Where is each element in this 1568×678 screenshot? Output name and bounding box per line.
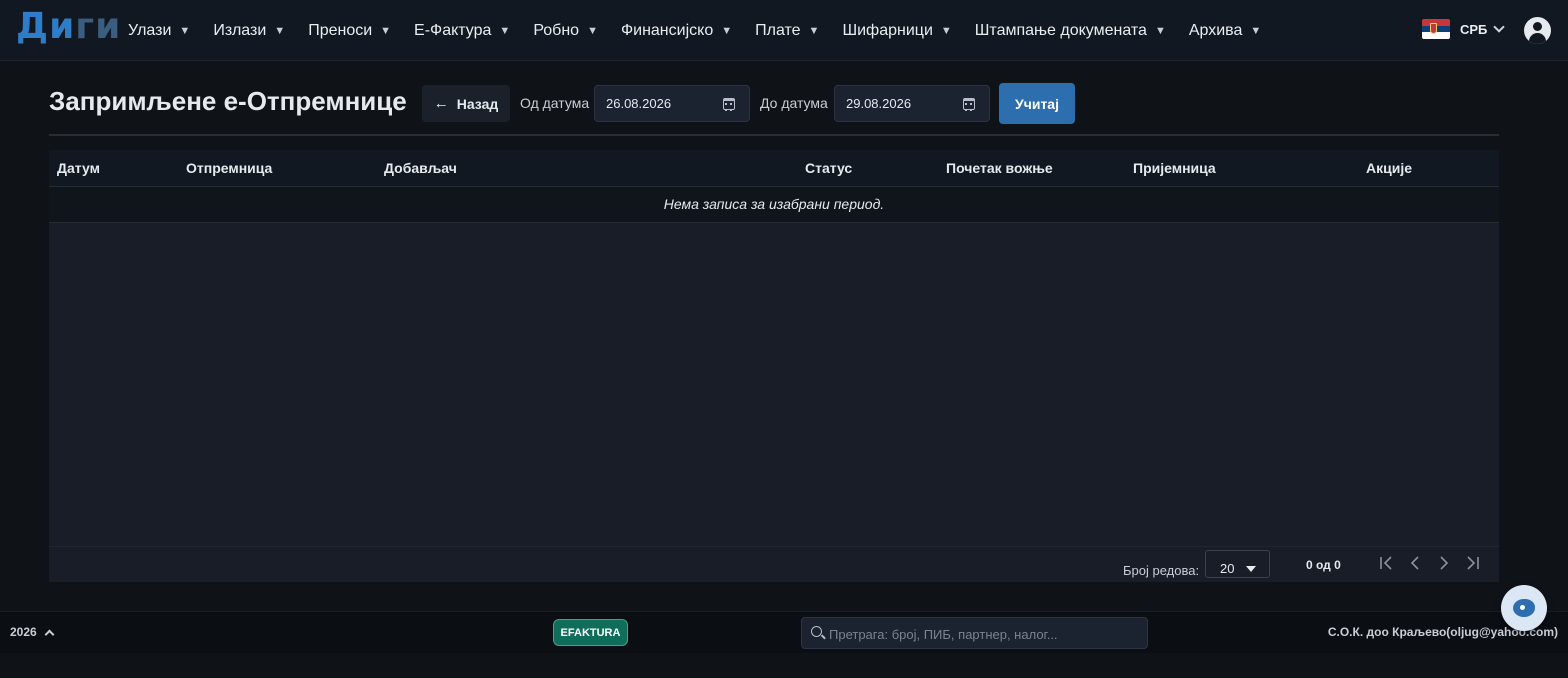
load-button[interactable]: Учитај	[999, 83, 1075, 124]
arrow-left-icon: ←	[433, 95, 449, 112]
menu-item-prenosi[interactable]: Преноси ▼	[308, 22, 391, 40]
efaktura-badge[interactable]: EFAKTURA	[553, 619, 628, 646]
empty-row: Нема записа за изабрани период.	[49, 187, 1499, 223]
menu-item-stampanje[interactable]: Штампање докумената ▼	[975, 22, 1166, 40]
page-count: 0 од 0	[1306, 558, 1341, 572]
column-header-actions: Акције	[1366, 160, 1413, 176]
rows-per-page-label: Број редова:	[1123, 563, 1200, 578]
menu-label: Шифарници	[842, 21, 933, 39]
menu-item-finansijsko[interactable]: Финансијско ▼	[621, 22, 732, 40]
flag-icon	[1422, 19, 1450, 39]
rows-per-page-value: 20	[1220, 561, 1235, 576]
year-value: 2026	[10, 625, 37, 639]
to-date-value: 29.08.2026	[846, 96, 912, 111]
caret-down-icon: ▼	[721, 24, 733, 37]
chat-assistant-button[interactable]	[1501, 585, 1547, 631]
caret-down-icon: ▼	[808, 24, 820, 37]
chevron-down-icon	[1493, 21, 1506, 33]
from-date-input[interactable]: 26.08.2026	[594, 85, 750, 122]
app-logo[interactable]: Диги	[16, 6, 121, 47]
menu-item-plate[interactable]: Плате ▼	[755, 22, 819, 40]
caret-down-icon: ▼	[1154, 24, 1166, 37]
caret-down-icon: ▼	[587, 24, 598, 37]
last-page-icon[interactable]	[1463, 554, 1481, 572]
column-header-supplier[interactable]: Добављач	[384, 160, 457, 176]
calendar-icon[interactable]	[963, 98, 975, 111]
caret-down-icon: ▼	[499, 24, 511, 37]
to-date-label: До датума	[760, 95, 828, 111]
caret-down-icon: ▼	[1250, 24, 1262, 37]
page-title: Запримљене е-Отпремнице	[49, 86, 407, 116]
from-date-value: 26.08.2026	[606, 96, 672, 111]
menu-label: Архива	[1188, 21, 1243, 39]
menu-label: Плате	[755, 21, 801, 39]
from-date-label: Од датума	[520, 95, 590, 111]
first-page-icon[interactable]	[1378, 554, 1396, 572]
chevron-up-icon	[44, 629, 55, 639]
menu-item-ulazi[interactable]: Улази ▼	[128, 22, 190, 40]
menu-label: Е-Фактура	[414, 21, 492, 39]
logo-part-2: ги	[75, 6, 122, 47]
menu-label: Улази	[128, 21, 172, 39]
top-navbar: Диги Улази ▼ Излази ▼ Преноси ▼ Е-Фактура ▼ …	[0, 0, 1568, 61]
menu-label: Штампање докумената	[974, 21, 1147, 39]
previous-page-icon[interactable]	[1406, 554, 1424, 572]
menu-label: Излази	[213, 21, 267, 39]
paginator: Број редова: 20 0 од 0	[49, 546, 1499, 582]
search-input[interactable]	[829, 624, 1139, 644]
caret-down-icon: ▼	[940, 24, 952, 37]
menu-item-efaktura[interactable]: Е-Фактура ▼	[414, 22, 510, 40]
menu-item-izlazi[interactable]: Излази ▼	[213, 22, 285, 40]
column-header-start-of-drive[interactable]: Почетак вожње	[946, 160, 1053, 176]
language-selector[interactable]: СРБ	[1422, 19, 1506, 39]
dispatch-notes-table: Датум Отпремница Добављач Статус Почетак…	[49, 150, 1499, 582]
caret-down-icon: ▼	[380, 24, 392, 37]
table-header: Датум Отпремница Добављач Статус Почетак…	[49, 150, 1499, 187]
back-button-label: Назад	[456, 95, 499, 112]
column-header-status[interactable]: Статус	[805, 160, 852, 176]
search-icon	[811, 626, 822, 637]
global-search[interactable]	[801, 617, 1148, 649]
next-page-icon[interactable]	[1435, 554, 1453, 572]
year-selector[interactable]: 2026	[10, 625, 55, 639]
caret-down-icon	[1246, 566, 1256, 572]
caret-down-icon: ▼	[274, 24, 286, 37]
logo-part-1: Ди	[16, 6, 76, 47]
menu-item-sifarnici[interactable]: Шифарници ▼	[842, 22, 951, 40]
empty-message: Нема записа за изабрани период.	[663, 196, 885, 212]
back-button[interactable]: ← Назад	[422, 85, 510, 122]
menu-item-arhiva[interactable]: Архива ▼	[1189, 22, 1261, 40]
main-menu: Улази ▼ Излази ▼ Преноси ▼ Е-Фактура ▼ Робно…	[128, 0, 1284, 61]
column-header-dispatch-note[interactable]: Отпремница	[186, 160, 272, 176]
calendar-icon[interactable]	[723, 98, 735, 111]
to-date-input[interactable]: 29.08.2026	[834, 85, 990, 122]
user-icon[interactable]	[1524, 17, 1551, 44]
menu-label: Робно	[533, 21, 580, 39]
column-header-receipt[interactable]: Пријемница	[1133, 160, 1216, 176]
menu-label: Финансијско	[620, 21, 714, 39]
caret-down-icon: ▼	[179, 24, 191, 37]
menu-item-robno[interactable]: Робно ▼	[533, 22, 598, 40]
column-header-date[interactable]: Датум	[57, 160, 100, 176]
footer-bar: 2026 EFAKTURA С.О.К. доо Краљево(oljug@y…	[0, 611, 1568, 653]
header-divider	[49, 134, 1499, 136]
menu-label: Преноси	[308, 21, 373, 39]
language-label: СРБ	[1460, 21, 1488, 37]
rows-per-page-select[interactable]: 20	[1205, 550, 1270, 578]
